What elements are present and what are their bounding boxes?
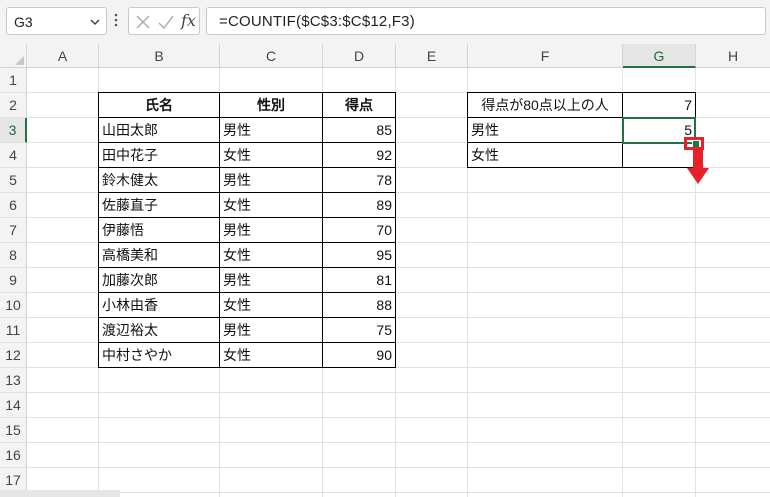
- row-header-13[interactable]: 13: [0, 368, 27, 393]
- column-header-d[interactable]: D: [323, 44, 396, 68]
- more-options-icon[interactable]: [112, 10, 120, 30]
- formula-bar: G3 fx =COUNTIF($C$3:$C$12,F3): [0, 0, 770, 44]
- header-name[interactable]: 氏名: [99, 93, 219, 117]
- cell-name[interactable]: 渡辺裕太: [99, 318, 219, 342]
- row-header-12[interactable]: 12: [0, 343, 27, 368]
- cell-gender[interactable]: 女性: [220, 243, 322, 267]
- row-header-6[interactable]: 6: [0, 193, 27, 218]
- check-icon[interactable]: [157, 14, 175, 30]
- cell-name[interactable]: 鈴木健太: [99, 168, 219, 192]
- arrow-down-icon: [687, 150, 709, 184]
- cell-name[interactable]: 高橋美和: [99, 243, 219, 267]
- cell-score[interactable]: 90: [323, 343, 395, 367]
- cancel-icon[interactable]: [135, 14, 151, 30]
- cell-score[interactable]: 88: [323, 293, 395, 317]
- cell-gender[interactable]: 男性: [220, 118, 322, 142]
- header-score[interactable]: 得点: [323, 93, 395, 117]
- row-header-3[interactable]: 3: [0, 118, 27, 143]
- column-header-a[interactable]: A: [27, 44, 99, 68]
- row-header-15[interactable]: 15: [0, 418, 27, 443]
- cell-score[interactable]: 92: [323, 143, 395, 167]
- name-box[interactable]: G3: [6, 7, 107, 35]
- row-header-1[interactable]: 1: [0, 68, 27, 93]
- formula-buttons: fx: [128, 7, 200, 35]
- column-header-e[interactable]: E: [396, 44, 468, 68]
- column-header-b[interactable]: B: [99, 44, 220, 68]
- row-header-7[interactable]: 7: [0, 218, 27, 243]
- cell-gender[interactable]: 男性: [220, 218, 322, 242]
- column-header-h[interactable]: H: [696, 44, 770, 68]
- cell-name[interactable]: 山田太郎: [99, 118, 219, 142]
- summary-value-80plus[interactable]: 7: [623, 93, 695, 117]
- name-box-value: G3: [14, 14, 33, 30]
- row-header-16[interactable]: 16: [0, 443, 27, 468]
- insert-function-button[interactable]: fx: [181, 11, 196, 30]
- cell-score[interactable]: 70: [323, 218, 395, 242]
- cell-name[interactable]: 田中花子: [99, 143, 219, 167]
- column-header-f[interactable]: F: [468, 44, 623, 68]
- header-gender[interactable]: 性別: [220, 93, 322, 117]
- row-header-14[interactable]: 14: [0, 393, 27, 418]
- summary-label-female[interactable]: 女性: [468, 143, 622, 167]
- summary-label-male[interactable]: 男性: [468, 118, 622, 142]
- cell-gender[interactable]: 女性: [220, 343, 322, 367]
- row-header-11[interactable]: 11: [0, 318, 27, 343]
- cell-gender[interactable]: 男性: [220, 168, 322, 192]
- cell-score[interactable]: 85: [323, 118, 395, 142]
- cell-score[interactable]: 95: [323, 243, 395, 267]
- cell-gender[interactable]: 男性: [220, 318, 322, 342]
- row-header-5[interactable]: 5: [0, 168, 27, 193]
- cell-gender[interactable]: 女性: [220, 143, 322, 167]
- select-all-corner[interactable]: [0, 44, 27, 68]
- chevron-down-icon[interactable]: [89, 16, 101, 28]
- cell-name[interactable]: 佐藤直子: [99, 193, 219, 217]
- column-header-c[interactable]: C: [220, 44, 323, 68]
- cell-gender[interactable]: 女性: [220, 193, 322, 217]
- column-header-g[interactable]: G: [623, 44, 696, 68]
- cell-score[interactable]: 78: [323, 168, 395, 192]
- fill-handle-highlight: [684, 137, 704, 150]
- cell-score[interactable]: 81: [323, 268, 395, 292]
- cell-name[interactable]: 小林由香: [99, 293, 219, 317]
- worksheet-grid[interactable]: A B C D E F G H 1 2 3 4 5 6 7 8 9 10 11 …: [0, 44, 770, 497]
- row-header-9[interactable]: 9: [0, 268, 27, 293]
- summary-label-80plus[interactable]: 得点が80点以上の人: [468, 93, 622, 117]
- row-header-4[interactable]: 4: [0, 143, 27, 168]
- row-header-8[interactable]: 8: [0, 243, 27, 268]
- cell-score[interactable]: 89: [323, 193, 395, 217]
- row-header-2[interactable]: 2: [0, 93, 27, 118]
- cell-gender[interactable]: 女性: [220, 293, 322, 317]
- cell-score[interactable]: 75: [323, 318, 395, 342]
- cell-name[interactable]: 加藤次郎: [99, 268, 219, 292]
- row-header-10[interactable]: 10: [0, 293, 27, 318]
- formula-input[interactable]: =COUNTIF($C$3:$C$12,F3): [206, 7, 766, 35]
- cell-name[interactable]: 伊藤悟: [99, 218, 219, 242]
- cell-gender[interactable]: 男性: [220, 268, 322, 292]
- cell-name[interactable]: 中村さやか: [99, 343, 219, 367]
- formula-text: =COUNTIF($C$3:$C$12,F3): [219, 13, 415, 30]
- horizontal-scrollbar[interactable]: [0, 490, 120, 497]
